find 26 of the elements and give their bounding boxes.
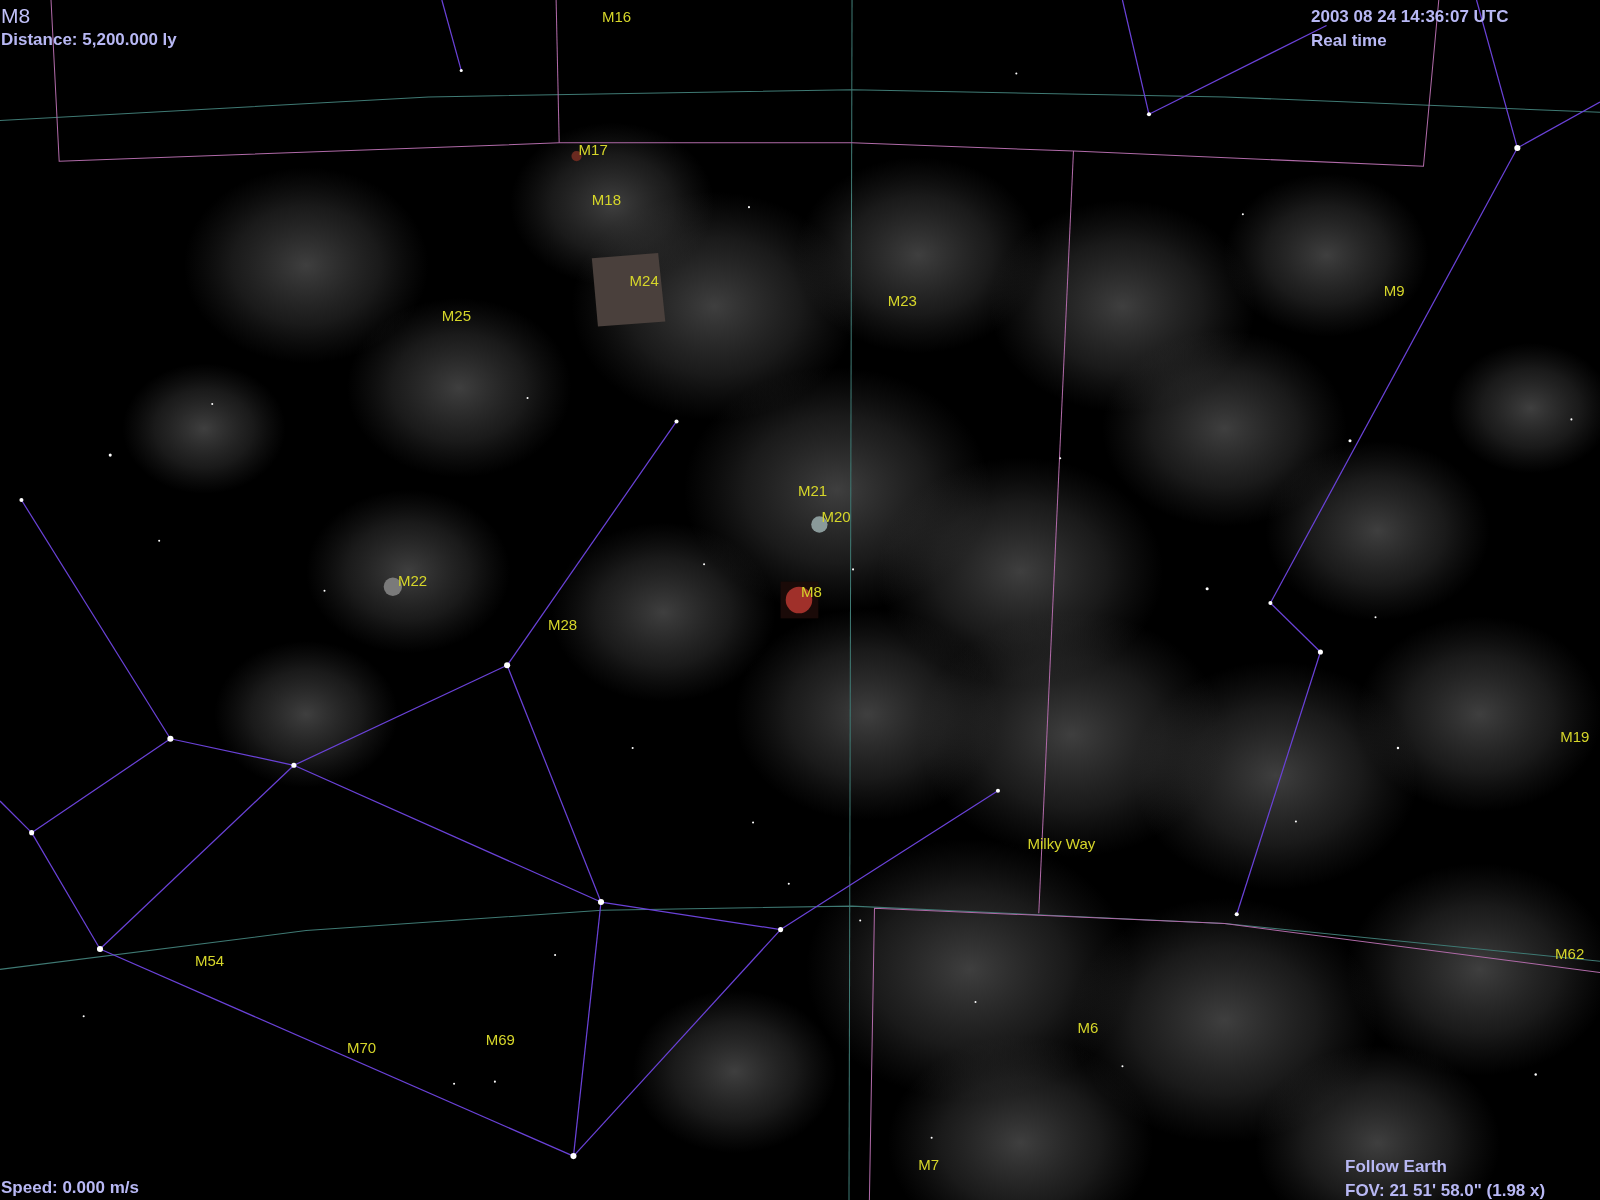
- constellation-line: [441, 0, 462, 71]
- object-label: M19: [1560, 727, 1590, 746]
- object-label: M62: [1555, 944, 1585, 963]
- speed-readout: Speed: 0.000 m/s: [1, 1177, 139, 1199]
- object-label: M25: [441, 307, 471, 326]
- object-label: M69: [485, 1030, 515, 1049]
- object-label: M16: [602, 8, 632, 27]
- object-label: Milky Way: [1027, 834, 1096, 853]
- object-label: M28: [547, 616, 578, 635]
- selected-object-name: M8: [1, 4, 32, 28]
- object-label: M9: [1383, 281, 1405, 300]
- distance-readout: Distance: 5,200.000 ly: [1, 29, 177, 51]
- object-label: M17: [578, 140, 608, 159]
- follow-status: Follow Earth: [1345, 1156, 1448, 1178]
- object-label: M7: [918, 1156, 940, 1175]
- object-label: M70: [346, 1038, 377, 1057]
- fov-readout: FOV: 21 51' 58.0" (1.98 x): [1345, 1180, 1546, 1200]
- object-label: M18: [591, 190, 621, 209]
- object-label: M20: [821, 508, 851, 527]
- object-label: M21: [797, 481, 828, 500]
- object-label: M23: [887, 291, 917, 310]
- object-label: M22: [397, 572, 428, 591]
- object-label: M54: [194, 952, 225, 971]
- object-label: M24: [629, 272, 659, 291]
- time-rate-readout: Real time: [1311, 30, 1388, 52]
- object-label: M6: [1077, 1019, 1099, 1038]
